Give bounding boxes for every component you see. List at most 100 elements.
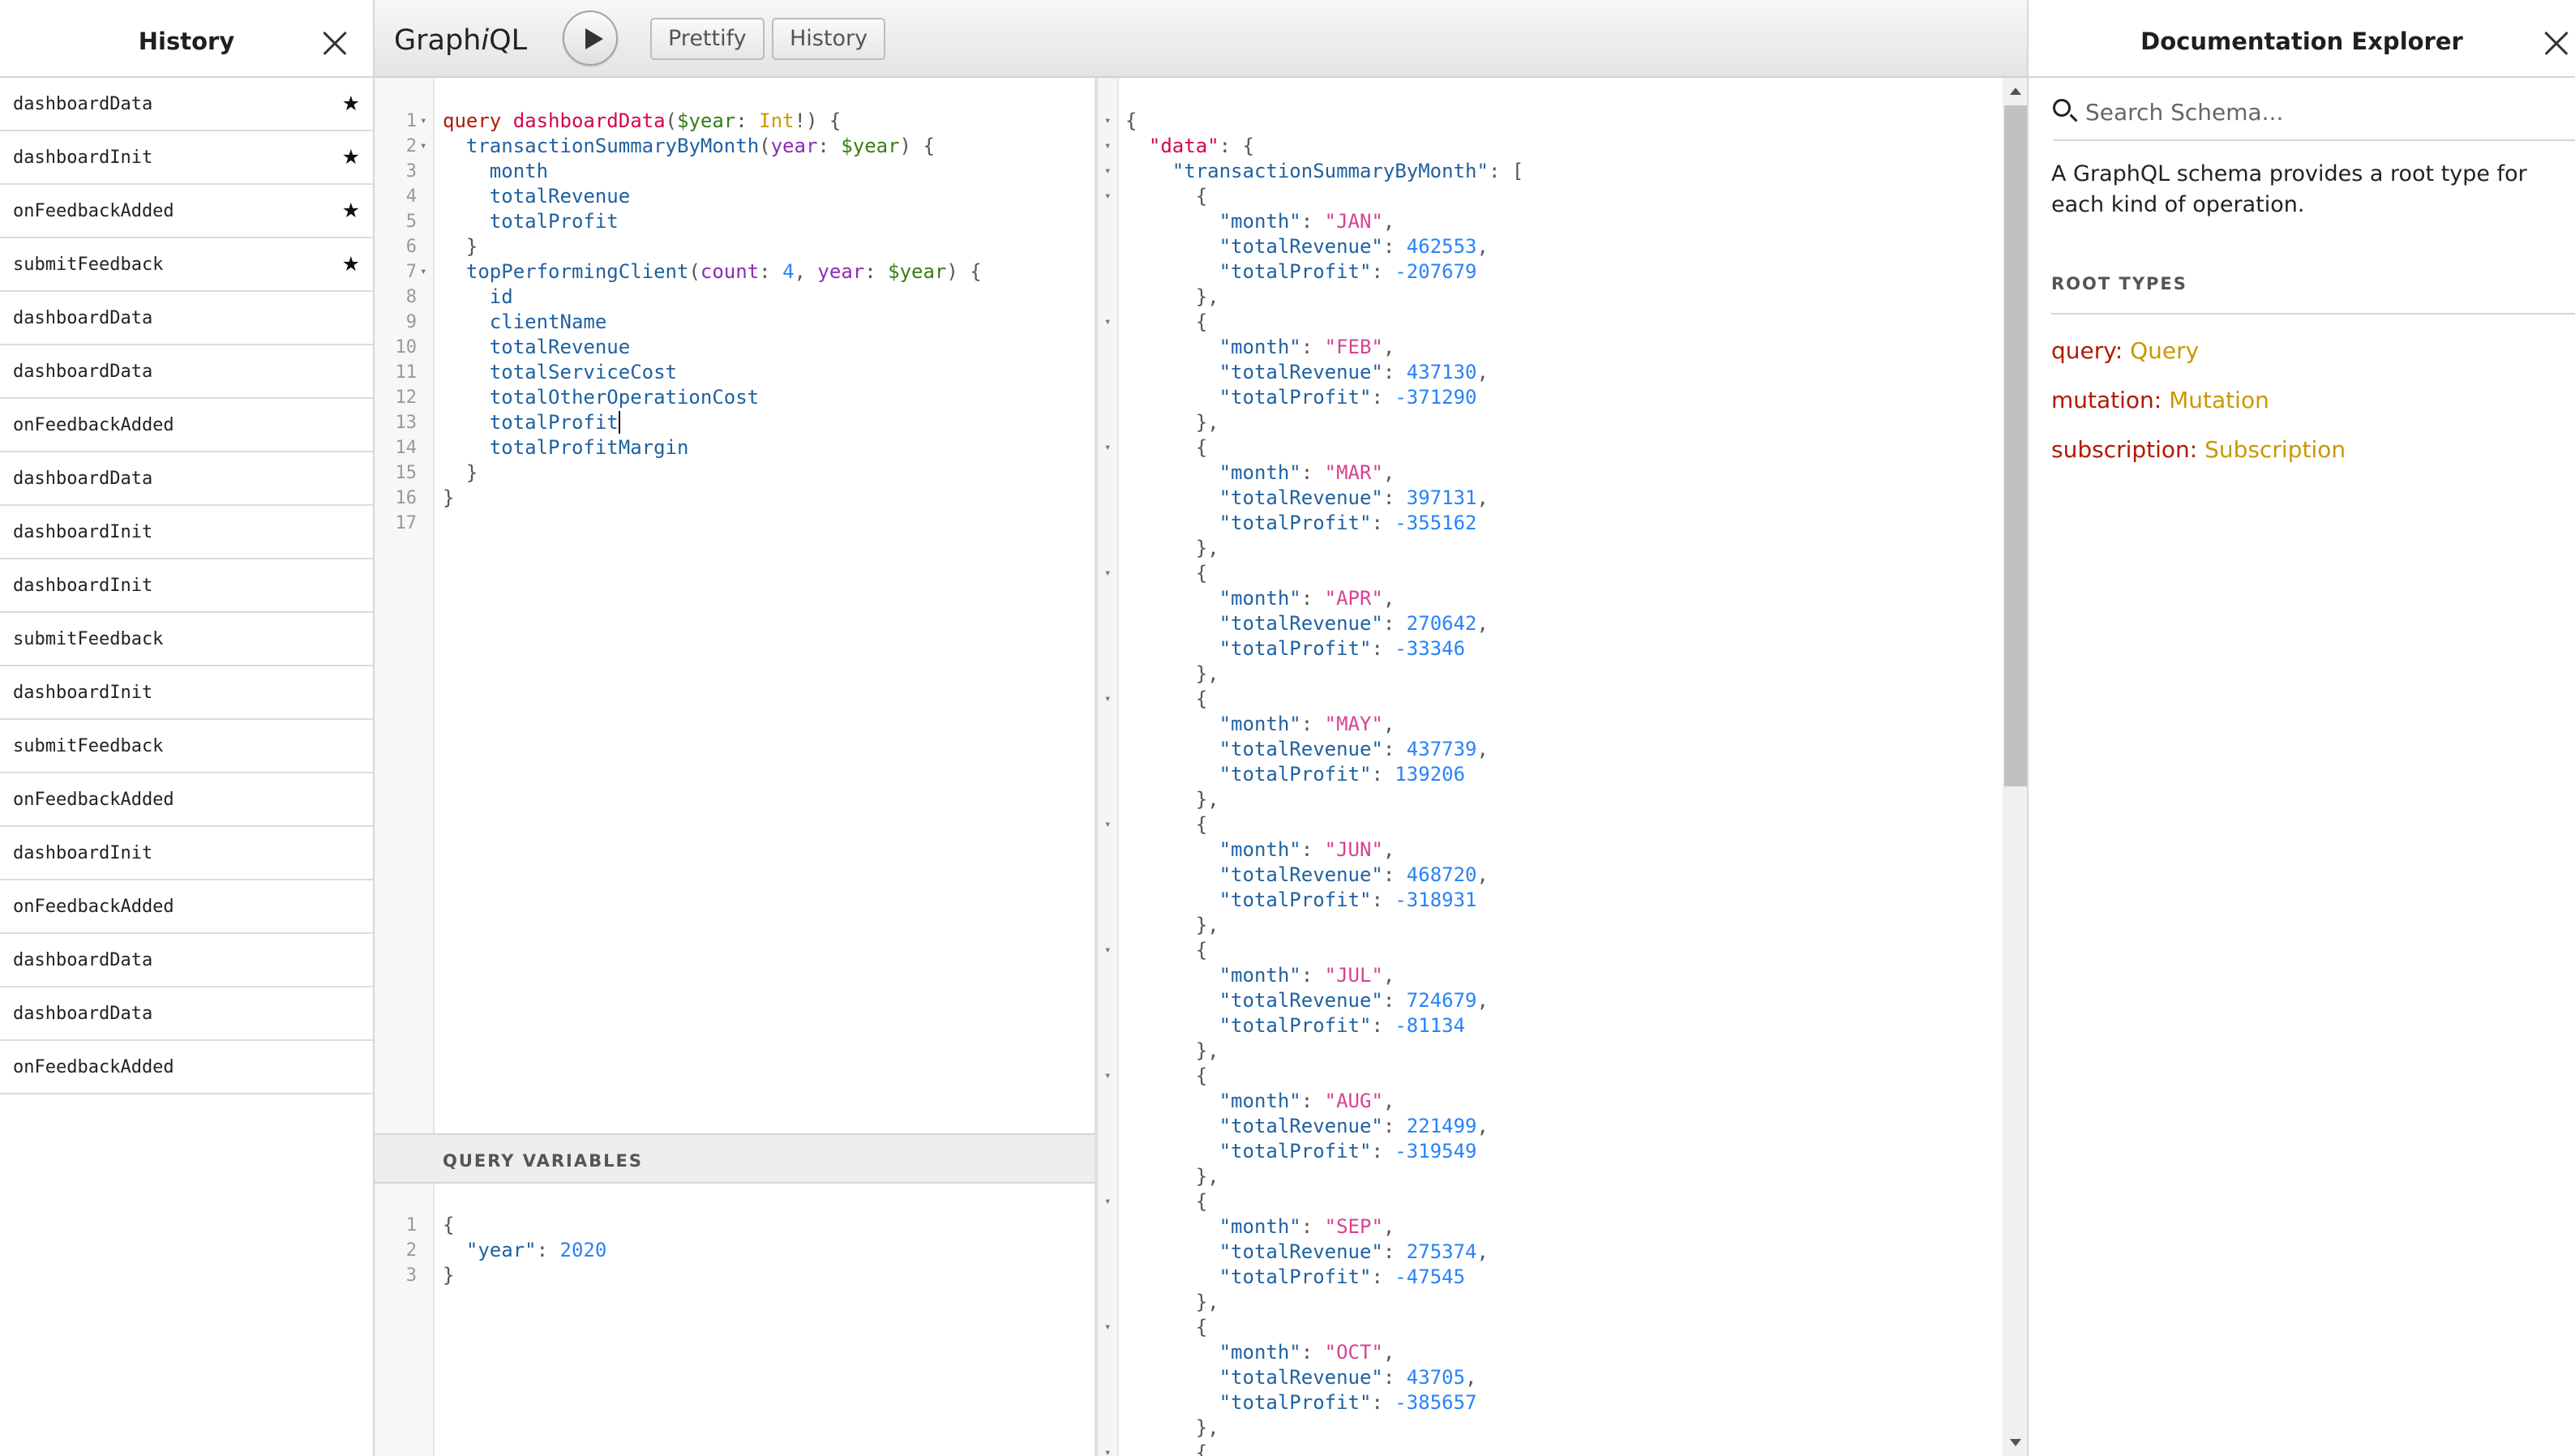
history-item[interactable]: dashboardInit: [0, 559, 373, 613]
query-variables-editor[interactable]: 1{2 "year": 2020 3}: [375, 1184, 1096, 1456]
code-line: "totalRevenue": 270642,: [1098, 611, 2027, 636]
code-text: "month": "FEB",: [1219, 336, 1395, 358]
fold-arrow-icon[interactable]: ▾: [420, 259, 426, 285]
code-text: "totalRevenue": 43705,: [1219, 1366, 1477, 1389]
history-item[interactable]: onFeedbackAdded ★: [0, 185, 373, 238]
prettify-button[interactable]: Prettify: [650, 18, 765, 60]
variables-code[interactable]: 1{2 "year": 2020 3}: [375, 1213, 1095, 1288]
code-line: },: [1098, 662, 2027, 687]
code-text: {: [1125, 1441, 1208, 1456]
code-line: "totalRevenue": 437739,: [1098, 737, 2027, 762]
fold-arrow-icon[interactable]: ▾: [1104, 1315, 1111, 1340]
history-item[interactable]: submitFeedback ★: [0, 238, 373, 292]
history-item[interactable]: dashboardData ★: [0, 78, 373, 131]
history-item[interactable]: dashboardData: [0, 345, 373, 399]
history-item[interactable]: dashboardInit: [0, 827, 373, 880]
code-line: },: [1098, 913, 2027, 938]
history-item[interactable]: dashboardData: [0, 292, 373, 345]
execute-query-button[interactable]: [563, 11, 618, 66]
history-item[interactable]: dashboardData: [0, 452, 373, 506]
history-item[interactable]: dashboardInit: [0, 506, 373, 559]
code-text: "totalProfit": -207679: [1219, 260, 1477, 283]
code-line: 9 clientName: [375, 310, 1095, 335]
close-history-icon[interactable]: [323, 31, 347, 55]
history-item-label: submitFeedback: [13, 255, 164, 275]
fold-arrow-icon[interactable]: ▾: [1104, 134, 1111, 159]
history-item-label: dashboardInit: [13, 843, 153, 863]
history-item[interactable]: onFeedbackAdded: [0, 1041, 373, 1094]
schema-search-input[interactable]: [2085, 96, 2539, 128]
scroll-up-arrow-icon[interactable]: [2010, 88, 2021, 95]
code-line: },: [1098, 1290, 2027, 1315]
line-number: 7: [405, 262, 417, 282]
history-item[interactable]: submitFeedback: [0, 720, 373, 773]
fold-arrow-icon[interactable]: ▾: [1104, 1441, 1111, 1456]
fold-arrow-icon[interactable]: ▾: [420, 134, 426, 159]
history-button[interactable]: History: [772, 18, 886, 60]
history-item-label: submitFeedback: [13, 736, 164, 756]
code-text: {: [1125, 310, 1208, 333]
history-item[interactable]: dashboardInit: [0, 666, 373, 720]
code-text: {: [1125, 1316, 1208, 1338]
history-item[interactable]: onFeedbackAdded: [0, 773, 373, 827]
line-number: 17: [395, 513, 418, 533]
star-icon[interactable]: ★: [342, 92, 360, 115]
fold-arrow-icon[interactable]: ▾: [420, 109, 426, 134]
fold-arrow-icon[interactable]: ▾: [1104, 938, 1111, 963]
code-line: "month": "MAR",: [1098, 460, 2027, 486]
history-item[interactable]: submitFeedback: [0, 613, 373, 666]
fold-arrow-icon[interactable]: ▾: [1104, 1064, 1111, 1089]
history-item[interactable]: onFeedbackAdded: [0, 399, 373, 452]
result-viewer[interactable]: ▾{▾ "data": {▾ "transactionSummaryByMont…: [1096, 78, 2029, 1456]
star-icon[interactable]: ★: [342, 252, 360, 276]
code-line: "totalProfit": -207679: [1098, 259, 2027, 285]
code-text: {: [1125, 562, 1208, 585]
fold-arrow-icon[interactable]: ▾: [1104, 109, 1111, 134]
code-text: query dashboardData($year: Int!) {: [443, 109, 842, 132]
root-type-link[interactable]: Mutation: [2169, 387, 2269, 413]
history-item[interactable]: dashboardInit ★: [0, 131, 373, 185]
code-text: totalOtherOperationCost: [489, 386, 760, 409]
code-text: {: [1125, 813, 1208, 836]
code-text: "totalProfit": -318931: [1219, 889, 1477, 911]
code-text: },: [1125, 537, 1219, 559]
close-docs-icon[interactable]: [2544, 31, 2569, 55]
history-item[interactable]: onFeedbackAdded: [0, 880, 373, 934]
code-line: 7 ▾ topPerformingClient(count: 4, year: $…: [375, 259, 1095, 285]
root-field-name: mutation: [2051, 387, 2154, 413]
fold-arrow-icon[interactable]: ▾: [1104, 812, 1111, 837]
code-line: 6 }: [375, 234, 1095, 259]
result-scrollbar[interactable]: [2003, 78, 2029, 1456]
star-icon[interactable]: ★: [342, 199, 360, 222]
history-item-label: submitFeedback: [13, 629, 164, 649]
code-line: },: [1098, 410, 2027, 435]
line-number: 1: [405, 111, 417, 131]
fold-arrow-icon[interactable]: ▾: [1104, 1189, 1111, 1214]
fold-arrow-icon[interactable]: ▾: [1104, 310, 1111, 335]
query-variables-header[interactable]: QUERY VARIABLES: [375, 1133, 1096, 1184]
history-item-label: dashboardInit: [13, 576, 153, 596]
line-number: 13: [395, 413, 418, 433]
history-item[interactable]: dashboardData: [0, 987, 373, 1041]
fold-arrow-icon[interactable]: ▾: [1104, 435, 1111, 460]
star-icon[interactable]: ★: [342, 145, 360, 169]
code-text: "transactionSummaryByMonth": [: [1172, 160, 1524, 182]
query-code[interactable]: 1 ▾ query dashboardData($year: Int!) {2 ▾ t…: [375, 109, 1095, 536]
history-item-label: dashboardData: [13, 308, 153, 328]
fold-arrow-icon[interactable]: ▾: [1104, 159, 1111, 184]
scroll-down-arrow-icon[interactable]: [2010, 1439, 2021, 1446]
history-item[interactable]: dashboardData: [0, 934, 373, 987]
code-text: "totalProfit": -385657: [1219, 1391, 1477, 1414]
query-editor[interactable]: 1 ▾ query dashboardData($year: Int!) {2 ▾ t…: [375, 78, 1096, 1133]
code-line: "totalProfit": -47545: [1098, 1265, 2027, 1290]
code-line: ▾ {: [1098, 1441, 2027, 1456]
scrollbar-thumb[interactable]: [2004, 105, 2027, 786]
fold-arrow-icon[interactable]: ▾: [1104, 184, 1111, 209]
fold-arrow-icon[interactable]: ▾: [1104, 561, 1111, 586]
code-text: {: [1125, 436, 1208, 459]
code-line: 10 totalRevenue: [375, 335, 1095, 360]
code-line: ▾ {: [1098, 1189, 2027, 1214]
root-type-link[interactable]: Query: [2130, 337, 2199, 364]
root-type-link[interactable]: Subscription: [2204, 436, 2346, 463]
fold-arrow-icon[interactable]: ▾: [1104, 687, 1111, 712]
